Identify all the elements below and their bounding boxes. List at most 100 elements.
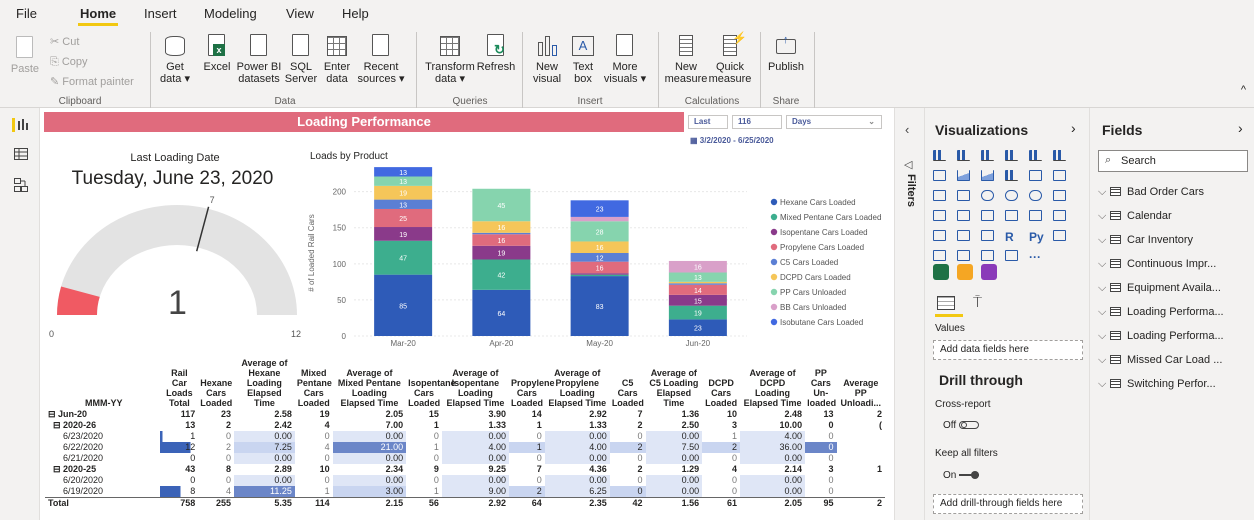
refresh-button[interactable]: ↻ Refresh [476, 34, 516, 73]
matrix-row-header[interactable]: 6/19/2020 [45, 486, 160, 498]
matrix-row-header[interactable]: ⊟ Jun-20 [45, 409, 160, 420]
relative-date-mode-select[interactable]: Last [688, 115, 728, 129]
matrix-row-header[interactable]: ⊟ 2020-25 [45, 464, 160, 475]
legend-item[interactable]: DCPD Cars Loaded [780, 273, 851, 282]
custom-visual-pie-icon[interactable] [957, 264, 973, 280]
matrix-column-header[interactable]: Mixed Pentane Cars Loaded [295, 357, 333, 409]
line-chart-icon[interactable] [933, 170, 946, 181]
matrix-row-header[interactable]: 6/23/2020 [45, 431, 160, 442]
text-box-button[interactable]: A Text box [566, 34, 600, 85]
key-influencers-icon[interactable] [1053, 230, 1066, 241]
field-table-item[interactable]: ⌵ Bad Order Cars [1098, 186, 1252, 199]
chevron-down-icon[interactable]: ⌵ [1098, 306, 1110, 319]
filled-map-icon[interactable] [957, 210, 970, 221]
powerbi-datasets-button[interactable]: Power BI datasets [236, 34, 282, 85]
stacked-bar-icon[interactable] [933, 150, 946, 161]
donut-chart-icon[interactable] [1029, 190, 1042, 201]
matrix-row[interactable]: ⊟ 2020-25 43 8 2.89 10 2.34 9 9.25 7 4.36 2 1.29 4 2.… [45, 464, 885, 475]
table-icon[interactable] [981, 230, 994, 241]
matrix-column-header[interactable]: Average of Isopentane Loading Elapsed Ti… [442, 357, 509, 409]
field-table-item[interactable]: ⌵ Loading Performa... [1098, 330, 1252, 343]
legend-item[interactable]: PP Cars Unloaded [780, 288, 846, 297]
values-drop-zone[interactable]: Add data fields here [933, 340, 1083, 360]
pie-chart-icon[interactable] [1005, 190, 1018, 201]
matrix-row[interactable]: ⊟ 2020-26 13 2 2.42 4 7.00 1 1.33 1 1.33 2 2.50 3 10.… [45, 420, 885, 431]
kpi-icon[interactable] [933, 230, 946, 241]
get-data-button[interactable]: Get data ▾ [158, 34, 192, 85]
decomposition-tree-icon[interactable] [933, 250, 946, 261]
area-chart-icon[interactable] [957, 170, 970, 181]
clustered-column-icon[interactable] [1005, 150, 1018, 161]
copy-button[interactable]: ⎘ Copy [50, 56, 88, 68]
filters-pane-collapsed[interactable]: ‹ ◁ Filters [895, 108, 925, 520]
multirow-card-icon[interactable] [1053, 210, 1066, 221]
chart-bar-segment[interactable] [570, 274, 629, 277]
quick-measure-button[interactable]: ⚡ Quick measure [708, 32, 752, 85]
python-visual-icon[interactable]: Py [1029, 230, 1044, 244]
chart-bar-segment[interactable] [570, 216, 629, 222]
qa-icon[interactable] [957, 250, 970, 261]
chevron-down-icon[interactable]: ⌵ [1098, 330, 1110, 343]
cross-report-toggle[interactable]: Off [943, 420, 979, 431]
100-column-icon[interactable] [1053, 150, 1066, 161]
legend-item[interactable]: Isobutane Cars Loaded [780, 318, 863, 327]
field-table-item[interactable]: ⌵ Calendar [1098, 210, 1252, 223]
chevron-right-icon[interactable]: › [1238, 120, 1243, 136]
slicer-icon[interactable] [957, 230, 970, 241]
tab-modeling[interactable]: Modeling [204, 6, 257, 21]
field-table-item[interactable]: ⌵ Switching Perfor... [1098, 378, 1252, 391]
chevron-down-icon[interactable]: ⌵ [1098, 282, 1110, 295]
more-visuals-button[interactable]: More visuals ▾ [602, 34, 648, 85]
matrix-column-header[interactable]: MMM-YY [45, 357, 160, 409]
chevron-left-icon[interactable]: ‹ [905, 122, 909, 137]
chart-bar-segment[interactable] [668, 283, 727, 285]
matrix-column-header[interactable]: Isopentane Cars Loaded [406, 357, 456, 409]
matrix-row[interactable]: 6/19/2020 8 4 11.25 1 3.00 1 9.00 2 6.25 0 0.00 0 0.0… [45, 486, 885, 498]
paste-button[interactable]: Paste [8, 36, 42, 75]
matrix-row[interactable]: 6/22/2020 12 2 7.25 4 21.00 1 4.00 1 4.00 2 7.50 2 36… [45, 442, 885, 453]
gauge-visual[interactable]: 7 1 0 12 [45, 190, 310, 350]
format-painter-button[interactable]: ✎ Format painter [50, 76, 134, 88]
matrix-row[interactable]: 6/23/2020 1 0 0.00 0 0.00 0 0.00 0 0.00 0 0.00 1 4.00… [45, 431, 885, 442]
collapse-ribbon-icon[interactable]: ^ [1241, 84, 1246, 96]
matrix-row[interactable]: ⊟ Jun-20 117 23 2.58 19 2.05 15 3.90 14 2.92 7 1.36… [45, 409, 885, 420]
card-icon[interactable] [1029, 210, 1042, 221]
tab-help[interactable]: Help [342, 6, 369, 21]
more-options-icon[interactable]: ··· [1029, 250, 1041, 264]
stacked-column-icon[interactable] [957, 150, 970, 161]
matrix-column-header[interactable]: Average of Mixed Pentane Loading Elapsed… [333, 357, 407, 409]
matrix-row[interactable]: 6/21/2020 0 0 0.00 0 0.00 0 0.00 0 0.00 0 0.00 0 0.00… [45, 453, 885, 464]
legend-item[interactable]: Hexane Cars Loaded [780, 198, 856, 207]
smart-narrative-icon[interactable] [981, 250, 994, 261]
fields-well-icon[interactable] [937, 296, 955, 310]
matrix-column-header[interactable]: Rail Car Loads Total [160, 357, 198, 409]
waterfall-icon[interactable] [933, 190, 946, 201]
publish-button[interactable]: ↑ Publish [766, 34, 806, 73]
chart-bar-segment[interactable] [570, 273, 629, 275]
chevron-down-icon[interactable]: ⌵ [1098, 378, 1110, 391]
matrix-row[interactable]: 6/20/2020 0 0 0.00 0 0.00 0 0.00 0 0.00 0 0.00 0 0.00… [45, 475, 885, 486]
matrix-column-header[interactable]: Average PP Unloadi... [837, 357, 885, 409]
report-view-icon[interactable] [12, 118, 28, 132]
matrix-column-header[interactable]: PP Cars Un-loaded [805, 357, 836, 409]
ribbon-chart-icon[interactable] [1053, 170, 1066, 181]
model-view-icon[interactable] [14, 178, 28, 195]
stacked-column-chart[interactable]: Loads by Product 0 50 100 150 200 # of Loaded… [302, 146, 892, 352]
tab-file[interactable]: File [16, 6, 37, 21]
r-visual-icon[interactable]: R [1005, 230, 1014, 244]
paginated-icon[interactable] [1005, 250, 1018, 261]
matrix-row-header[interactable]: Total [45, 497, 161, 509]
new-measure-button[interactable]: New measure [664, 34, 708, 85]
chevron-down-icon[interactable]: ⌵ [1098, 258, 1110, 271]
matrix-column-header[interactable]: Hexane Cars Loaded [198, 357, 234, 409]
format-paint-roller-icon[interactable]: ⍑ [973, 294, 982, 311]
shape-map-icon[interactable] [981, 210, 994, 221]
100-bar-icon[interactable] [1029, 150, 1042, 161]
tab-insert[interactable]: Insert [144, 6, 177, 21]
legend-item[interactable]: Mixed Pentane Cars Loaded [780, 213, 881, 222]
field-table-item[interactable]: ⌵ Missed Car Load ... [1098, 354, 1252, 367]
gauge-icon[interactable] [1005, 210, 1018, 221]
matrix-column-header[interactable]: C5 Cars Loaded [610, 357, 646, 409]
legend-item[interactable]: C5 Cars Loaded [780, 258, 838, 267]
matrix-row-header[interactable]: 6/20/2020 [45, 475, 160, 486]
